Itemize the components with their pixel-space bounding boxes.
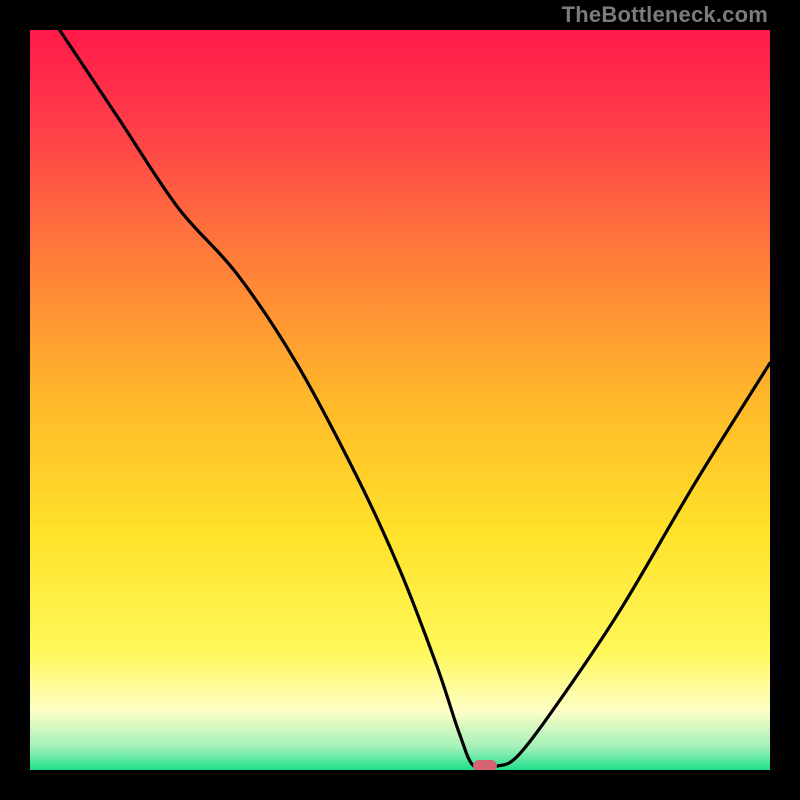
chart-frame: { "watermark": "TheBottleneck.com", "col… xyxy=(0,0,800,800)
watermark-text: TheBottleneck.com xyxy=(562,2,768,28)
plot-area xyxy=(30,30,770,770)
optimal-marker xyxy=(473,760,497,770)
bottleneck-curve xyxy=(30,30,770,770)
